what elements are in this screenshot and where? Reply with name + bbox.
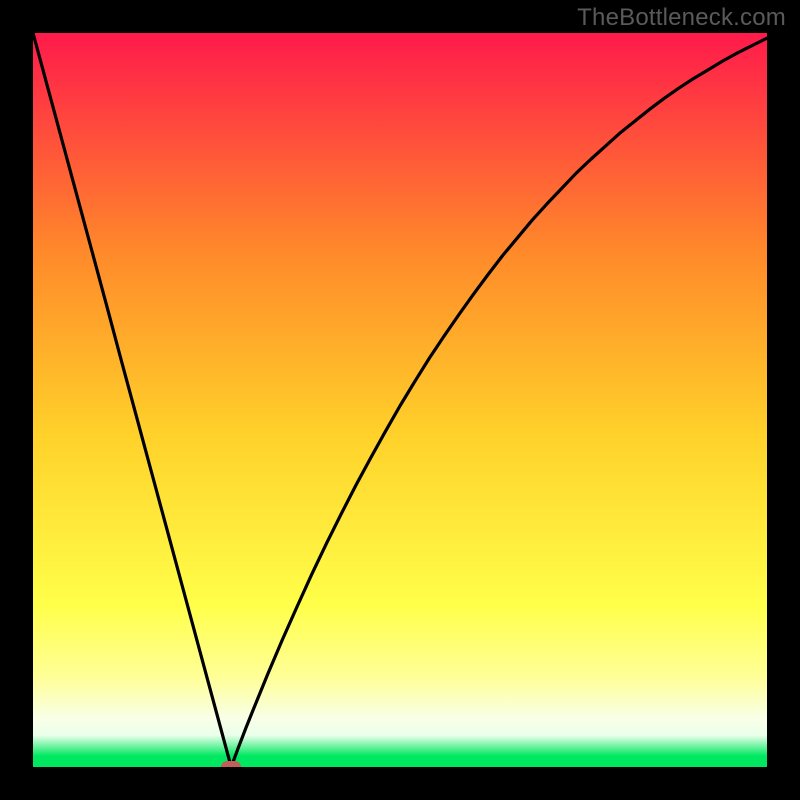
plot-area — [33, 33, 767, 767]
watermark-text: TheBottleneck.com — [577, 4, 786, 32]
minimum-marker — [221, 761, 241, 767]
bottleneck-curve — [33, 33, 767, 767]
chart-frame: TheBottleneck.com — [0, 0, 800, 800]
